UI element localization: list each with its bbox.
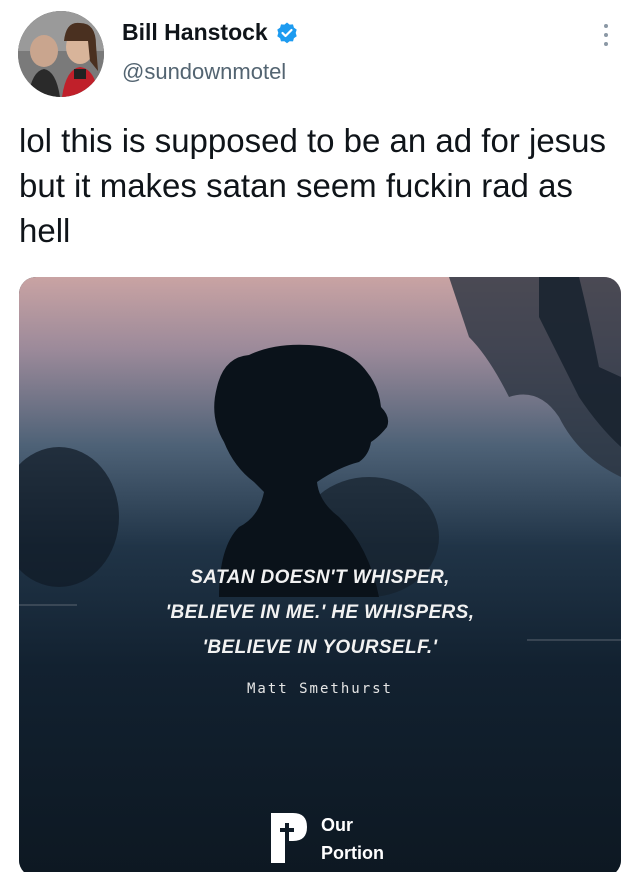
name-row: Bill Hanstock bbox=[122, 19, 299, 46]
brand-name-line-2: Portion bbox=[321, 843, 384, 863]
quote-line-1: SATAN DOESN'T WHISPER, bbox=[190, 567, 450, 588]
quote-line-2: 'BELIEVE IN ME.' HE WHISPERS, bbox=[165, 602, 475, 623]
avatar-image bbox=[18, 11, 104, 97]
brand-name: Our Portion bbox=[321, 811, 384, 867]
quote-line-3: 'BELIEVE IN YOURSELF.' bbox=[202, 637, 438, 658]
display-name[interactable]: Bill Hanstock bbox=[122, 19, 268, 46]
verified-badge-icon bbox=[277, 22, 297, 43]
tweet-text: lol this is supposed to be an ad for jes… bbox=[19, 122, 607, 249]
media-quote: SATAN DOESN'T WHISPER, 'BELIEVE IN ME.' … bbox=[19, 560, 621, 665]
avatar[interactable] bbox=[18, 11, 104, 97]
brand-logo-block: Our Portion bbox=[267, 811, 384, 867]
more-options-icon[interactable] bbox=[596, 20, 616, 50]
handle[interactable]: @sundownmotel bbox=[122, 59, 286, 85]
quote-attribution: Matt Smethurst bbox=[246, 681, 393, 697]
our-portion-logo-icon bbox=[271, 813, 307, 863]
tweet-media[interactable]: SATAN DOESN'T WHISPER, 'BELIEVE IN ME.' … bbox=[19, 277, 621, 872]
brand-name-line-1: Our bbox=[321, 815, 354, 835]
tweet-header: Bill Hanstock @sundownmotel bbox=[0, 0, 640, 110]
